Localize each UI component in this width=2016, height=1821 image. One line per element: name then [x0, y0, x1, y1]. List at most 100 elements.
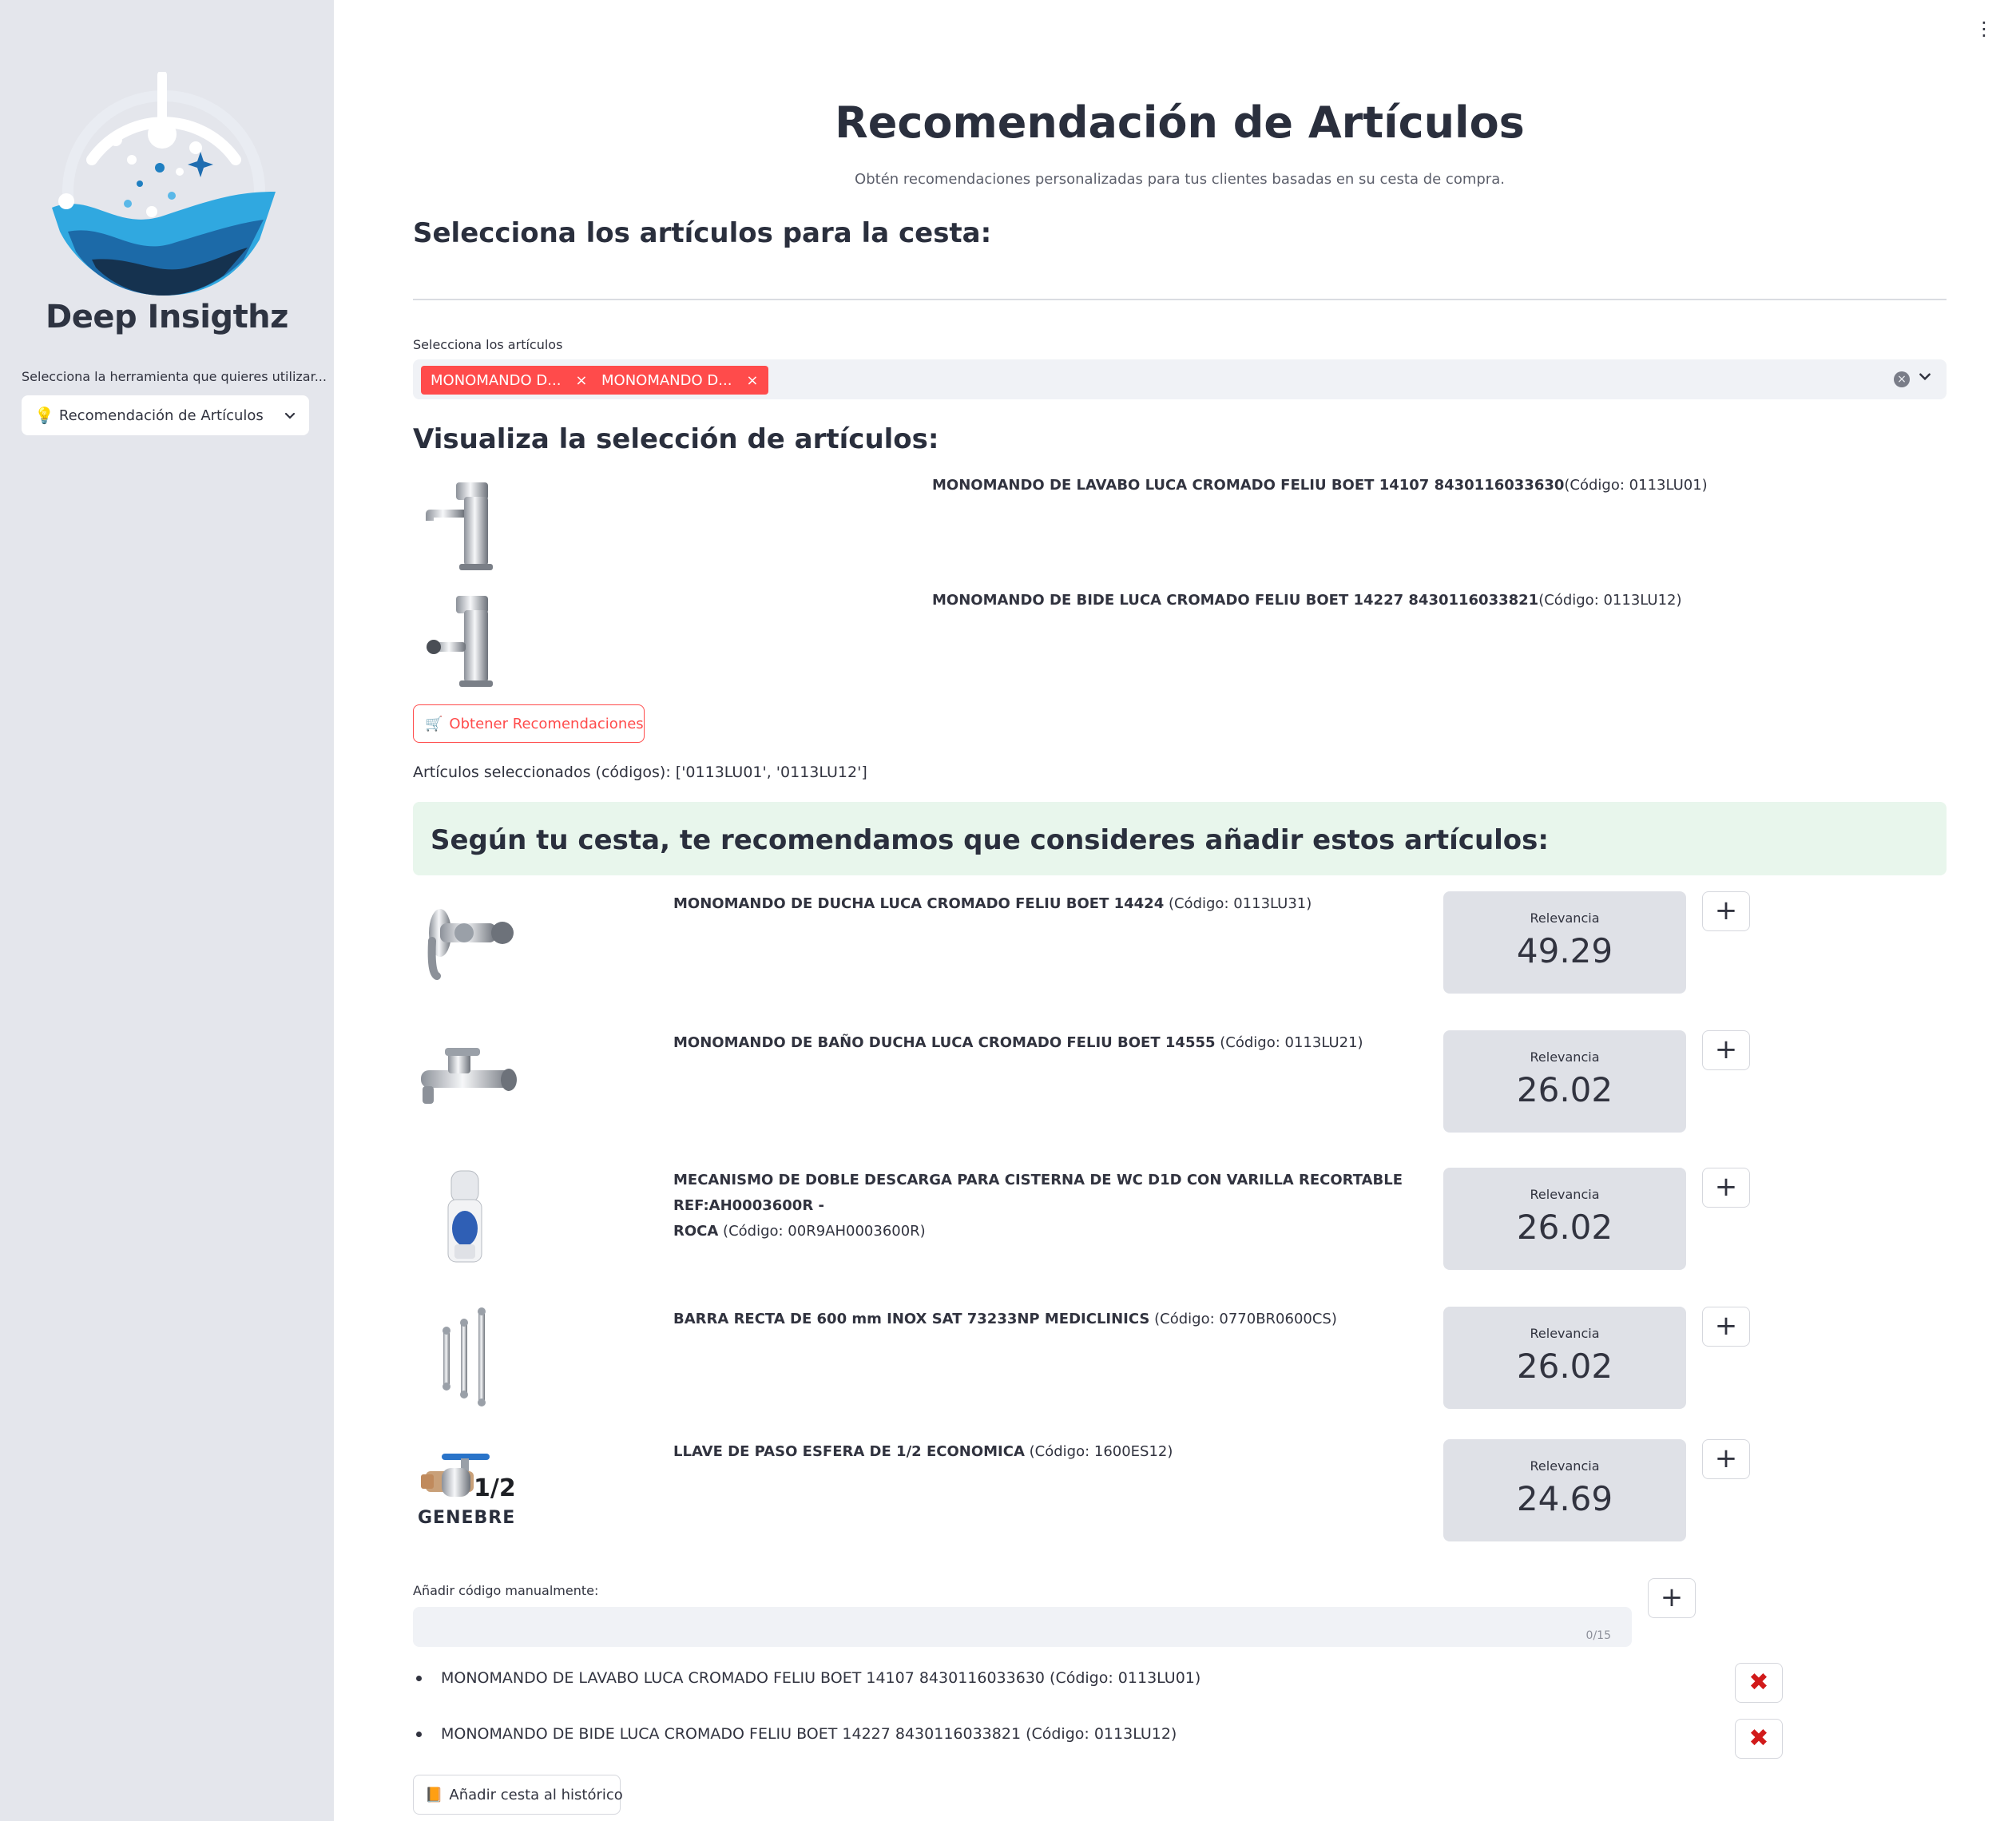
app-root: Deep Insigthz Selecciona la herramienta … [0, 0, 2016, 1821]
relevance-metric: Relevancia 26.02 [1443, 1030, 1686, 1133]
close-icon: ✖ [1748, 1668, 1769, 1696]
item-name: LLAVE DE PASO ESFERA DE 1/2 ECONOMICA [673, 1443, 1025, 1460]
basket-item-text: MONOMANDO DE BIDE LUCA CROMADO FELIU BOE… [441, 1725, 1177, 1743]
relevance-metric: Relevancia 26.02 [1443, 1168, 1686, 1270]
char-counter: 0/15 [1585, 1629, 1611, 1642]
relevance-metric: Relevancia 24.69 [1443, 1439, 1686, 1541]
shower-mixer-image [427, 909, 514, 980]
visualize-heading: Visualiza la selección de artículos: [413, 423, 939, 455]
clear-all-icon[interactable]: × [1894, 371, 1910, 387]
metric-value: 26.02 [1516, 1347, 1613, 1386]
item-code: (Código: 1600ES12) [1029, 1443, 1173, 1460]
book-icon: 📙 [425, 1786, 443, 1803]
article-multiselect[interactable]: MONOMANDO D... × MONOMANDO D... × × [413, 359, 1947, 399]
ball-valve-image: 1/2 GENEBRE [415, 1450, 517, 1530]
selected-item: MONOMANDO DE BIDE LUCA CROMADO FELIU BOE… [932, 588, 1682, 613]
selected-tag[interactable]: MONOMANDO D... × [592, 366, 768, 395]
recommended-item: MONOMANDO DE DUCHA LUCA CROMADO FELIU BO… [673, 891, 1312, 917]
brand-name: Deep Insigthz [46, 299, 288, 335]
grab-bar-image [442, 1307, 486, 1406]
page-subtitle: Obtén recomendaciones personalizadas par… [855, 171, 1505, 188]
item-code: (Código: 0770BR0600CS) [1154, 1311, 1337, 1327]
sidebar: Deep Insigthz Selecciona la herramienta … [0, 0, 334, 1821]
item-name: ROCA [673, 1223, 719, 1240]
page-title: Recomendación de Artículos [835, 97, 1525, 148]
plus-icon: + [1714, 1442, 1738, 1474]
item-code: (Código: 0113LU21) [1220, 1034, 1363, 1051]
metric-label: Relevancia [1530, 910, 1600, 926]
get-recommendations-label: Obtener Recomendaciones [449, 715, 644, 732]
metric-value: 24.69 [1516, 1479, 1613, 1518]
item-code: (Código: 0113LU31) [1168, 895, 1312, 912]
add-manual-code-button[interactable]: + [1648, 1578, 1696, 1618]
item-name: MONOMANDO DE BIDE LUCA CROMADO FELIU BOE… [932, 592, 1539, 609]
divider [413, 299, 1947, 300]
tool-select-value: Recomendación de Artículos [58, 407, 264, 424]
remove-item-button[interactable]: ✖ [1735, 1719, 1783, 1759]
plus-icon: + [1714, 1171, 1738, 1203]
basket-heading: Selecciona los artículos para la cesta: [413, 217, 992, 249]
item-name: BARRA RECTA DE 600 mm INOX SAT 73233NP M… [673, 1311, 1150, 1327]
tool-select-label: Selecciona la herramienta que quieres ut… [22, 369, 327, 384]
item-code: (Código: 0113LU12) [1538, 592, 1682, 609]
item-name: MONOMANDO DE LAVABO LUCA CROMADO FELIU B… [932, 477, 1565, 494]
recommended-item: LLAVE DE PASO ESFERA DE 1/2 ECONOMICA (C… [673, 1439, 1173, 1465]
metric-label: Relevancia [1530, 1458, 1600, 1474]
metric-label: Relevancia [1530, 1049, 1600, 1065]
plus-icon: + [1660, 1581, 1684, 1613]
valve-size-label: 1/2 [474, 1474, 516, 1502]
shopping-cart-icon: 🛒 [425, 715, 443, 732]
metric-label: Relevancia [1530, 1326, 1600, 1341]
recommendation-banner-text: Según tu cesta, te recomendamos que cons… [431, 824, 1549, 856]
plus-icon: + [1714, 1310, 1738, 1342]
get-recommendations-button[interactable]: 🛒 Obtener Recomendaciones [413, 704, 645, 743]
selected-item: MONOMANDO DE LAVABO LUCA CROMADO FELIU B… [932, 473, 1708, 498]
tag-remove-icon[interactable]: × [746, 372, 758, 389]
add-item-button[interactable]: + [1702, 891, 1750, 931]
item-name: MONOMANDO DE DUCHA LUCA CROMADO FELIU BO… [673, 895, 1165, 912]
main-menu-icon[interactable]: ⋮ [1974, 18, 1994, 40]
basket-list-item: MONOMANDO DE BIDE LUCA CROMADO FELIU BOE… [416, 1725, 1177, 1743]
add-to-history-button[interactable]: 📙 Añadir cesta al histórico [413, 1775, 623, 1815]
selected-tag[interactable]: MONOMANDO D... × [421, 366, 597, 395]
add-item-button[interactable]: + [1702, 1030, 1750, 1070]
selected-codes-text: Artículos seleccionados (códigos): ['011… [413, 764, 867, 781]
recommended-item: MONOMANDO DE BAÑO DUCHA LUCA CROMADO FEL… [673, 1030, 1363, 1056]
chevron-down-icon [284, 412, 296, 419]
item-code: (Código: 00R9AH0003600R) [723, 1223, 926, 1240]
recommendation-banner: Según tu cesta, te recomendamos que cons… [413, 802, 1947, 875]
tag-remove-icon[interactable]: × [575, 372, 587, 389]
metric-label: Relevancia [1530, 1187, 1600, 1202]
add-to-history-label: Añadir cesta al histórico [449, 1786, 623, 1803]
metric-value: 26.02 [1516, 1070, 1613, 1109]
plus-icon: + [1714, 1033, 1738, 1065]
tag-label: MONOMANDO D... [431, 371, 562, 389]
item-name: MECANISMO DE DOBLE DESCARGA PARA CISTERN… [673, 1172, 1403, 1214]
manual-code-input[interactable]: 0/15 [413, 1607, 1632, 1647]
close-icon: ✖ [1748, 1724, 1769, 1752]
lightbulb-icon: 💡 [34, 406, 54, 425]
add-item-button[interactable]: + [1702, 1307, 1750, 1347]
add-item-button[interactable]: + [1702, 1168, 1750, 1208]
genebre-logo: GENEBRE [418, 1508, 516, 1528]
remove-item-button[interactable]: ✖ [1735, 1663, 1783, 1703]
plus-icon: + [1714, 895, 1738, 926]
faucet-image [427, 596, 493, 687]
item-code: (Código: 0113LU01) [1564, 477, 1708, 494]
chevron-down-icon[interactable] [1918, 369, 1932, 383]
recommended-item: BARRA RECTA DE 600 mm INOX SAT 73233NP M… [673, 1307, 1337, 1332]
item-name: MONOMANDO DE BAÑO DUCHA LUCA CROMADO FEL… [673, 1034, 1216, 1051]
bath-mixer-image [421, 1048, 517, 1104]
tag-label: MONOMANDO D... [601, 371, 732, 389]
basket-list-item: MONOMANDO DE LAVABO LUCA CROMADO FELIU B… [416, 1669, 1200, 1687]
tool-select[interactable]: 💡 Recomendación de Artículos [22, 395, 309, 435]
flush-mechanism-image [447, 1170, 482, 1263]
add-item-button[interactable]: + [1702, 1439, 1750, 1479]
deep-insigthz-logo [52, 72, 276, 296]
relevance-metric: Relevancia 26.02 [1443, 1307, 1686, 1409]
bullet-icon [416, 1676, 422, 1681]
metric-value: 26.02 [1516, 1208, 1613, 1247]
metric-value: 49.29 [1516, 931, 1613, 970]
recommended-item: MECANISMO DE DOBLE DESCARGA PARA CISTERN… [673, 1168, 1416, 1244]
faucet-image [426, 482, 493, 570]
